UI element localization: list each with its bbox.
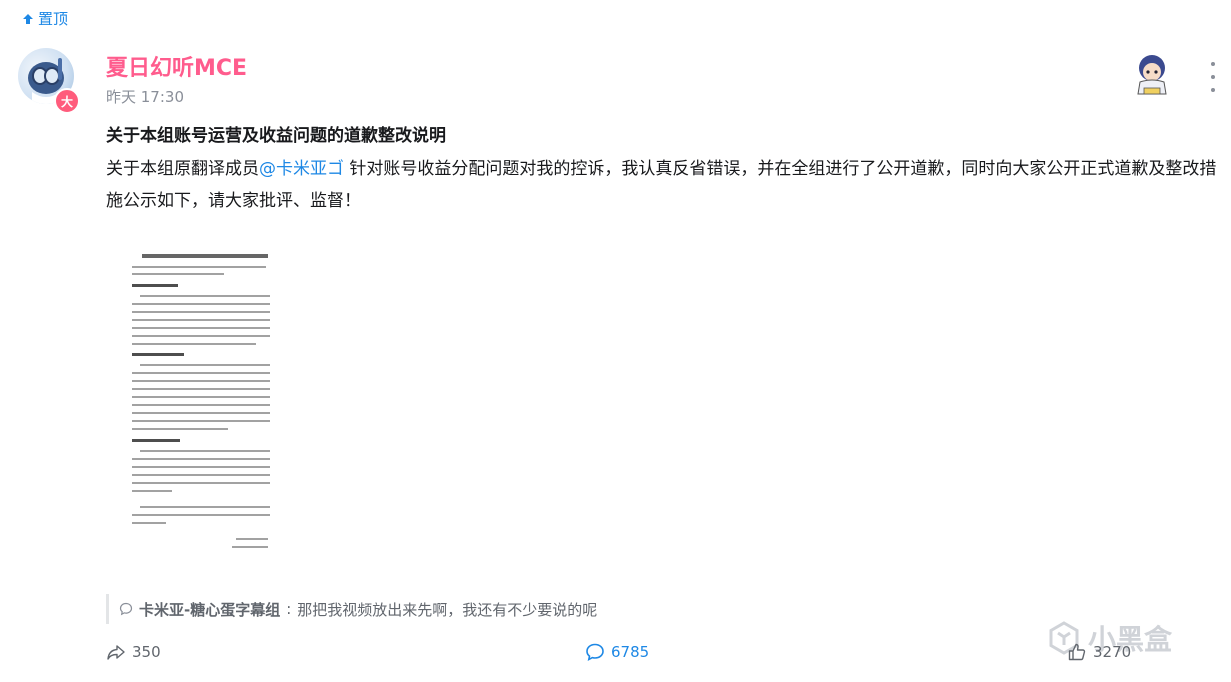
comment-author[interactable]: 卡米亚-糖心蛋字幕组 [139, 599, 280, 620]
document-image[interactable] [118, 240, 290, 570]
author-avatar[interactable]: 大 [14, 44, 80, 114]
post-time: 昨天 17:30 [106, 88, 184, 106]
document-text-line [132, 284, 178, 287]
document-text-line [132, 428, 228, 430]
document-text-line [236, 538, 268, 540]
share-button[interactable]: 350 [106, 642, 161, 662]
document-text-line [132, 372, 270, 374]
document-text-line [132, 335, 270, 337]
document-text-line [132, 458, 270, 460]
document-text-line [132, 353, 184, 356]
document-text-line [132, 303, 270, 305]
more-options-button[interactable] [1206, 62, 1220, 92]
document-text-line [132, 343, 256, 345]
document-title-line [142, 254, 268, 258]
like-button[interactable]: 3270 [1067, 642, 1131, 662]
document-text-line [132, 396, 270, 398]
comment-bubble-icon [119, 602, 133, 616]
post-body: 关于本组原翻译成员@卡米亚ゴ 针对账号收益分配问题对我的控诉，我认真反省错误，并… [106, 153, 1221, 217]
mention-link[interactable]: @卡米亚ゴ [259, 159, 344, 179]
level-badge: 大 [54, 88, 80, 114]
document-text-line [132, 319, 270, 321]
document-text-line [132, 273, 224, 275]
document-text-line [132, 474, 270, 476]
document-text-line [132, 388, 270, 390]
document-text-line [132, 266, 266, 268]
document-text-line [140, 364, 270, 366]
arrow-up-icon [23, 13, 33, 24]
comment-text: 那把我视频放出来先啊，我还有不少要说的呢 [297, 600, 598, 619]
document-text-line [132, 412, 270, 414]
comment-icon [586, 643, 604, 662]
document-text-line [132, 420, 270, 422]
share-icon [107, 645, 125, 660]
document-text-line [132, 380, 270, 382]
reply-count: 6785 [611, 643, 650, 661]
document-text-line [132, 327, 270, 329]
document-text-line [132, 514, 270, 516]
pin-text: 置顶 [38, 10, 69, 28]
dot-icon [1211, 62, 1215, 66]
pin-label[interactable]: 置顶 [22, 8, 68, 29]
dot-icon [1211, 75, 1215, 79]
reply-button[interactable]: 6785 [585, 642, 649, 662]
document-text-line [132, 311, 270, 313]
document-text-line [132, 522, 166, 524]
featured-comment[interactable]: 卡米亚-糖心蛋字幕组: 那把我视频放出来先啊，我还有不少要说的呢 [106, 594, 597, 624]
body-prefix: 关于本组原翻译成员 [106, 159, 259, 179]
document-text-line [140, 450, 270, 452]
document-text-line [232, 546, 268, 548]
thumbs-up-icon [1068, 643, 1086, 661]
document-text-line [132, 482, 270, 484]
comment-separator: : [286, 600, 292, 618]
document-text-line [140, 506, 270, 508]
share-count: 350 [132, 643, 161, 661]
like-count: 3270 [1093, 643, 1132, 661]
document-text-line [132, 439, 180, 442]
document-text-line [140, 295, 270, 297]
document-text-line [132, 490, 172, 492]
document-text-line [132, 404, 270, 406]
author-name[interactable]: 夏日幻听MCE [106, 50, 247, 82]
post-title: 关于本组账号运营及收益问题的道歉整改说明 [106, 126, 446, 146]
document-text-line [132, 466, 270, 468]
dot-icon [1211, 88, 1215, 92]
decoration-character [1132, 52, 1172, 100]
